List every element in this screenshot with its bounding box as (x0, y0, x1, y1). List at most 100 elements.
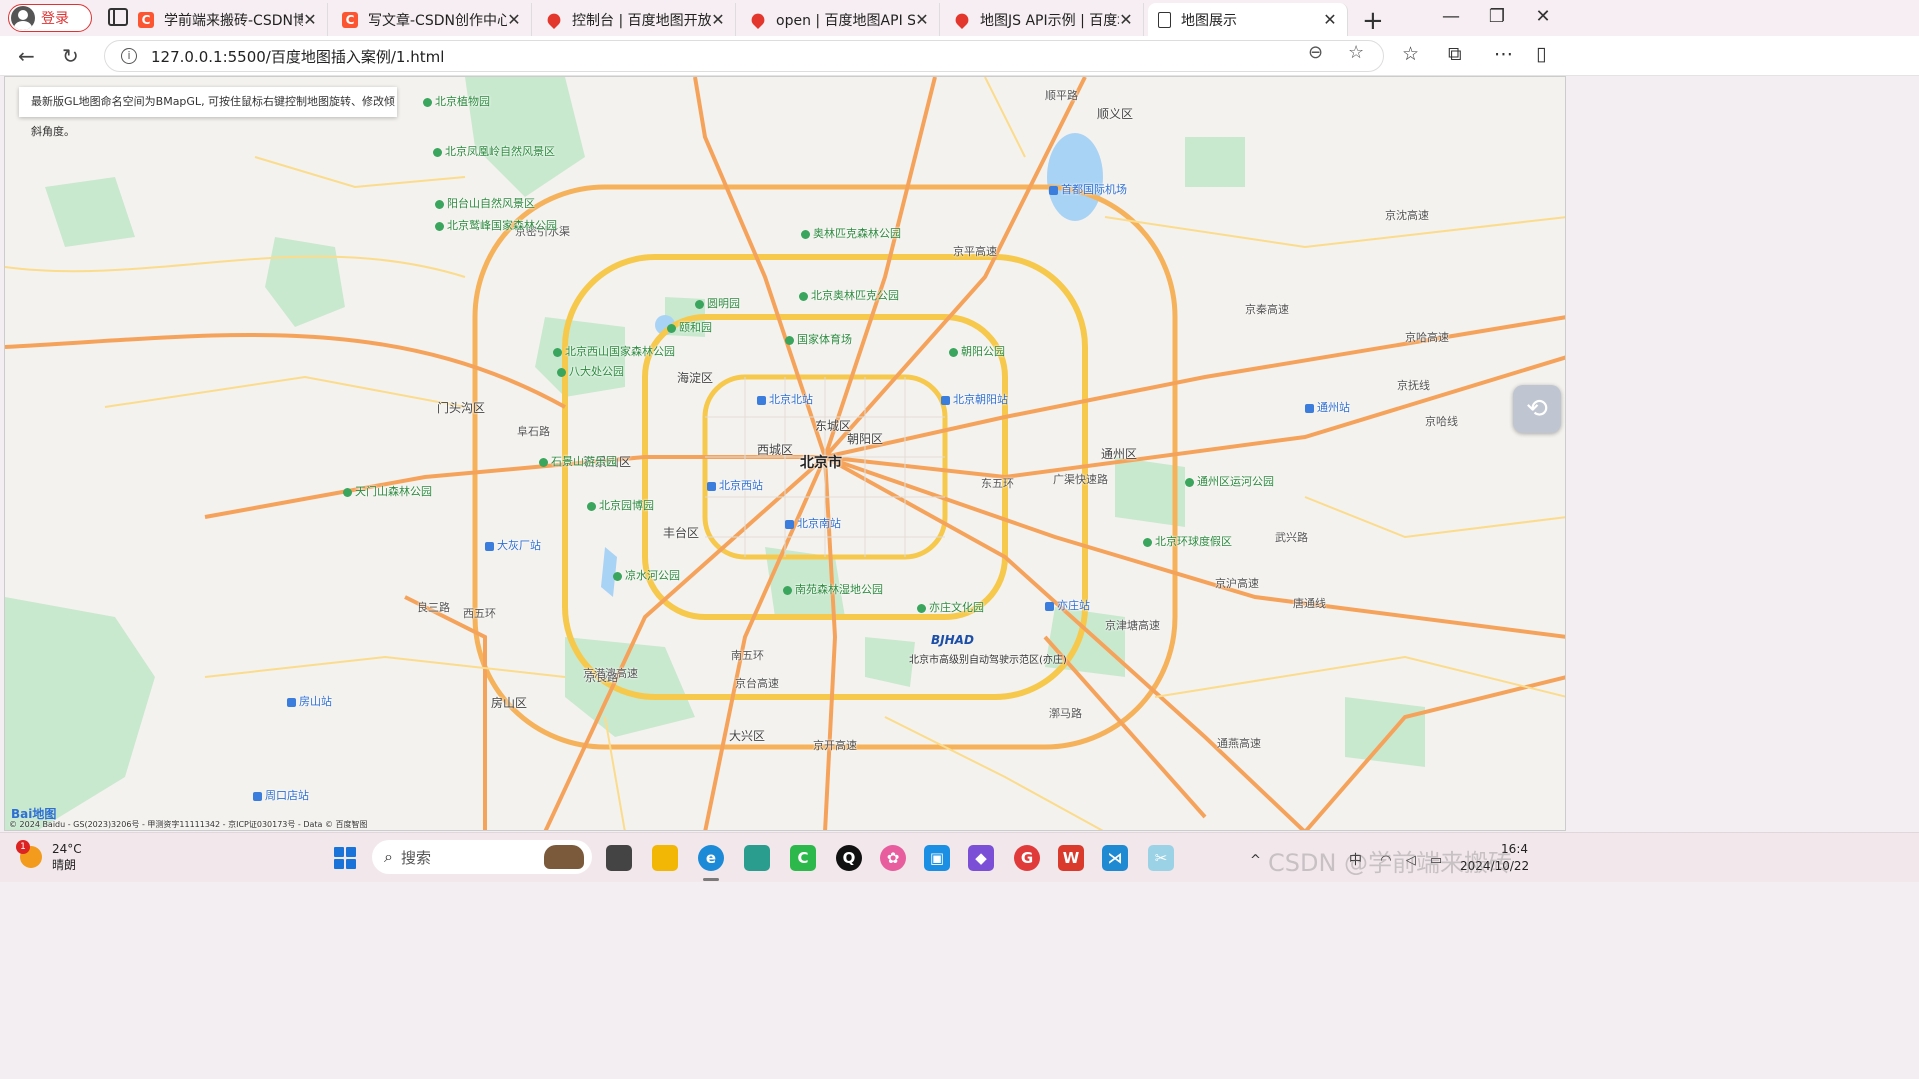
app-g-icon[interactable]: G (1014, 845, 1040, 871)
district-label: 海淀区 (677, 371, 714, 385)
tab-actions-icon[interactable] (108, 8, 128, 26)
zoom-icon[interactable]: ⊖ (1308, 42, 1323, 63)
wechat-tool-icon[interactable]: C (790, 845, 816, 871)
url-text: 127.0.0.1:5500/百度地图插入案例/1.html (151, 47, 445, 66)
station-label[interactable]: 通州站 (1305, 399, 1350, 415)
wps-icon[interactable]: W (1058, 845, 1084, 871)
city-label: 北京市 (800, 455, 842, 471)
road-label: 阜石路 (517, 425, 550, 438)
poi-label[interactable]: 首都国际机场 (1049, 181, 1127, 197)
road-label: 唐通线 (1293, 597, 1326, 610)
road-label: 良三路 (417, 601, 450, 614)
road-label: 京哈线 (1425, 415, 1458, 428)
tab-baidu-sdk[interactable]: open | 百度地图API SDK ✕ (740, 3, 940, 36)
close-icon[interactable]: ✕ (1323, 10, 1337, 29)
profile-label: 登录 (41, 11, 69, 27)
poi-label[interactable]: 北京北站 (757, 391, 813, 407)
window-close-icon[interactable]: ✕ (1520, 6, 1566, 27)
back-icon[interactable]: ← (18, 44, 35, 68)
weather-widget[interactable]: 1 24°C 晴朗 (16, 840, 82, 873)
close-icon[interactable]: ✕ (303, 10, 317, 29)
station-label[interactable]: 亦庄站 (1045, 597, 1090, 613)
poi-label[interactable]: 圆明园 (695, 295, 740, 311)
road-label: 京抚线 (1397, 379, 1430, 392)
poi-label[interactable]: 北京朝阳站 (941, 391, 1008, 407)
app-flower-icon[interactable]: ✿ (880, 845, 906, 871)
close-icon[interactable]: ✕ (1119, 10, 1133, 29)
poi-label[interactable]: 北京园博园 (587, 497, 654, 513)
tab-map-display[interactable]: 地图展示 ✕ (1148, 3, 1348, 36)
profile-button[interactable]: 登录 (8, 4, 92, 32)
baidu-map-icon (748, 10, 768, 29)
district-label: 丰台区 (663, 526, 700, 540)
station-label[interactable]: 周口店站 (253, 787, 309, 803)
map-canvas[interactable]: 最新版GL地图命名空间为BMapGL, 可按住鼠标右键控制地图旋转、修改倾斜角度… (4, 76, 1566, 831)
site-info-icon[interactable]: i (121, 48, 137, 64)
district-label: 大兴区 (729, 729, 766, 743)
poi-label[interactable]: 天门山森林公园 (343, 483, 432, 499)
poi-label[interactable]: 北京鹫峰国家森林公园 (435, 217, 557, 233)
close-icon[interactable]: ✕ (711, 10, 725, 29)
tab-csdn-editor[interactable]: C 写文章-CSDN创作中心 ✕ (332, 3, 532, 36)
road-label: 京良路 (585, 671, 618, 684)
road-label: 东五环 (981, 477, 1014, 490)
district-label: 门头沟区 (437, 401, 486, 415)
edge-browser-icon[interactable]: e (698, 845, 724, 871)
poi-label[interactable]: 北京市高级别自动驾驶示范区(亦庄) (909, 651, 1067, 666)
active-app-indicator (703, 878, 719, 881)
poi-label[interactable]: 国家体育场 (785, 331, 852, 347)
district-label: 顺义区 (1097, 107, 1134, 121)
favorite-star-icon[interactable]: ☆ (1348, 42, 1364, 63)
collections-icon[interactable]: ⧉ (1448, 43, 1462, 65)
tab-baidu-console[interactable]: 控制台 | 百度地图开放平台 ✕ (536, 3, 736, 36)
sidebar-toggle-icon[interactable]: ▯ (1536, 43, 1546, 65)
task-view-icon[interactable] (606, 845, 632, 871)
taskbar-search[interactable]: ⌕ 搜索 (372, 840, 592, 874)
new-tab-icon[interactable]: + (1362, 6, 1384, 36)
poi-label[interactable]: 北京西山国家森林公园 (553, 343, 675, 359)
road-label: 漷马路 (1049, 707, 1082, 720)
3d-rotate-icon[interactable]: ⟲ (1513, 385, 1561, 433)
poi-label[interactable]: 北京南站 (785, 515, 841, 531)
file-explorer-icon[interactable] (652, 845, 678, 871)
poi-label[interactable]: 通州区运河公园 (1185, 473, 1274, 489)
minimize-icon[interactable]: — (1428, 6, 1474, 27)
windows-start-icon[interactable] (334, 847, 356, 869)
poi-label[interactable]: 北京奥林匹克公园 (799, 287, 899, 303)
station-label[interactable]: 大灰厂站 (485, 537, 541, 553)
more-menu-icon[interactable]: ⋯ (1494, 43, 1513, 65)
qq-icon[interactable]: Q (836, 845, 862, 871)
poi-label[interactable]: 阳台山自然风景区 (435, 195, 535, 211)
poi-label[interactable]: 亦庄文化园 (917, 599, 984, 615)
restore-icon[interactable]: ❐ (1474, 6, 1520, 27)
bjhad-logo: BJHAD (931, 633, 974, 647)
tab-baidu-examples[interactable]: 地图JS API示例 | 百度地图 ✕ (944, 3, 1144, 36)
vscode-icon[interactable]: ⋊ (1102, 845, 1128, 871)
chevron-up-icon[interactable]: ^ (1250, 853, 1261, 868)
poi-label[interactable]: 朝阳公园 (949, 343, 1005, 359)
url-field[interactable]: i 127.0.0.1:5500/百度地图插入案例/1.html (104, 40, 1384, 72)
bilibili-icon[interactable]: ▣ (924, 845, 950, 871)
maps-app-icon[interactable] (744, 845, 770, 871)
close-icon[interactable]: ✕ (507, 10, 521, 29)
poi-label[interactable]: 石景山游乐园 (539, 453, 617, 469)
poi-label[interactable]: 北京植物园 (423, 93, 490, 109)
visual-studio-icon[interactable]: ◆ (968, 845, 994, 871)
close-icon[interactable]: ✕ (915, 10, 929, 29)
poi-label[interactable]: 凉水河公园 (613, 567, 680, 583)
road-label: 京津塘高速 (1105, 619, 1160, 632)
poi-label[interactable]: 奥林匹克森林公园 (801, 225, 901, 241)
tab-csdn-blog[interactable]: C 学前端来搬砖-CSDN博客 ✕ (128, 3, 328, 36)
poi-label[interactable]: 南苑森林湿地公园 (783, 581, 883, 597)
district-label: 通州区 (1101, 447, 1138, 461)
station-label[interactable]: 房山站 (287, 693, 332, 709)
favorites-icon[interactable]: ☆ (1402, 43, 1419, 65)
poi-label[interactable]: 北京西站 (707, 477, 763, 493)
poi-label[interactable]: 北京环球度假区 (1143, 533, 1232, 549)
avatar-icon (11, 6, 35, 30)
reload-icon[interactable]: ↻ (62, 44, 79, 68)
poi-label[interactable]: 八大处公园 (557, 363, 624, 379)
poi-label[interactable]: 北京凤凰岭自然风景区 (433, 143, 555, 159)
poi-label[interactable]: 颐和园 (667, 319, 712, 335)
snipping-tool-icon[interactable]: ✂ (1148, 845, 1174, 871)
